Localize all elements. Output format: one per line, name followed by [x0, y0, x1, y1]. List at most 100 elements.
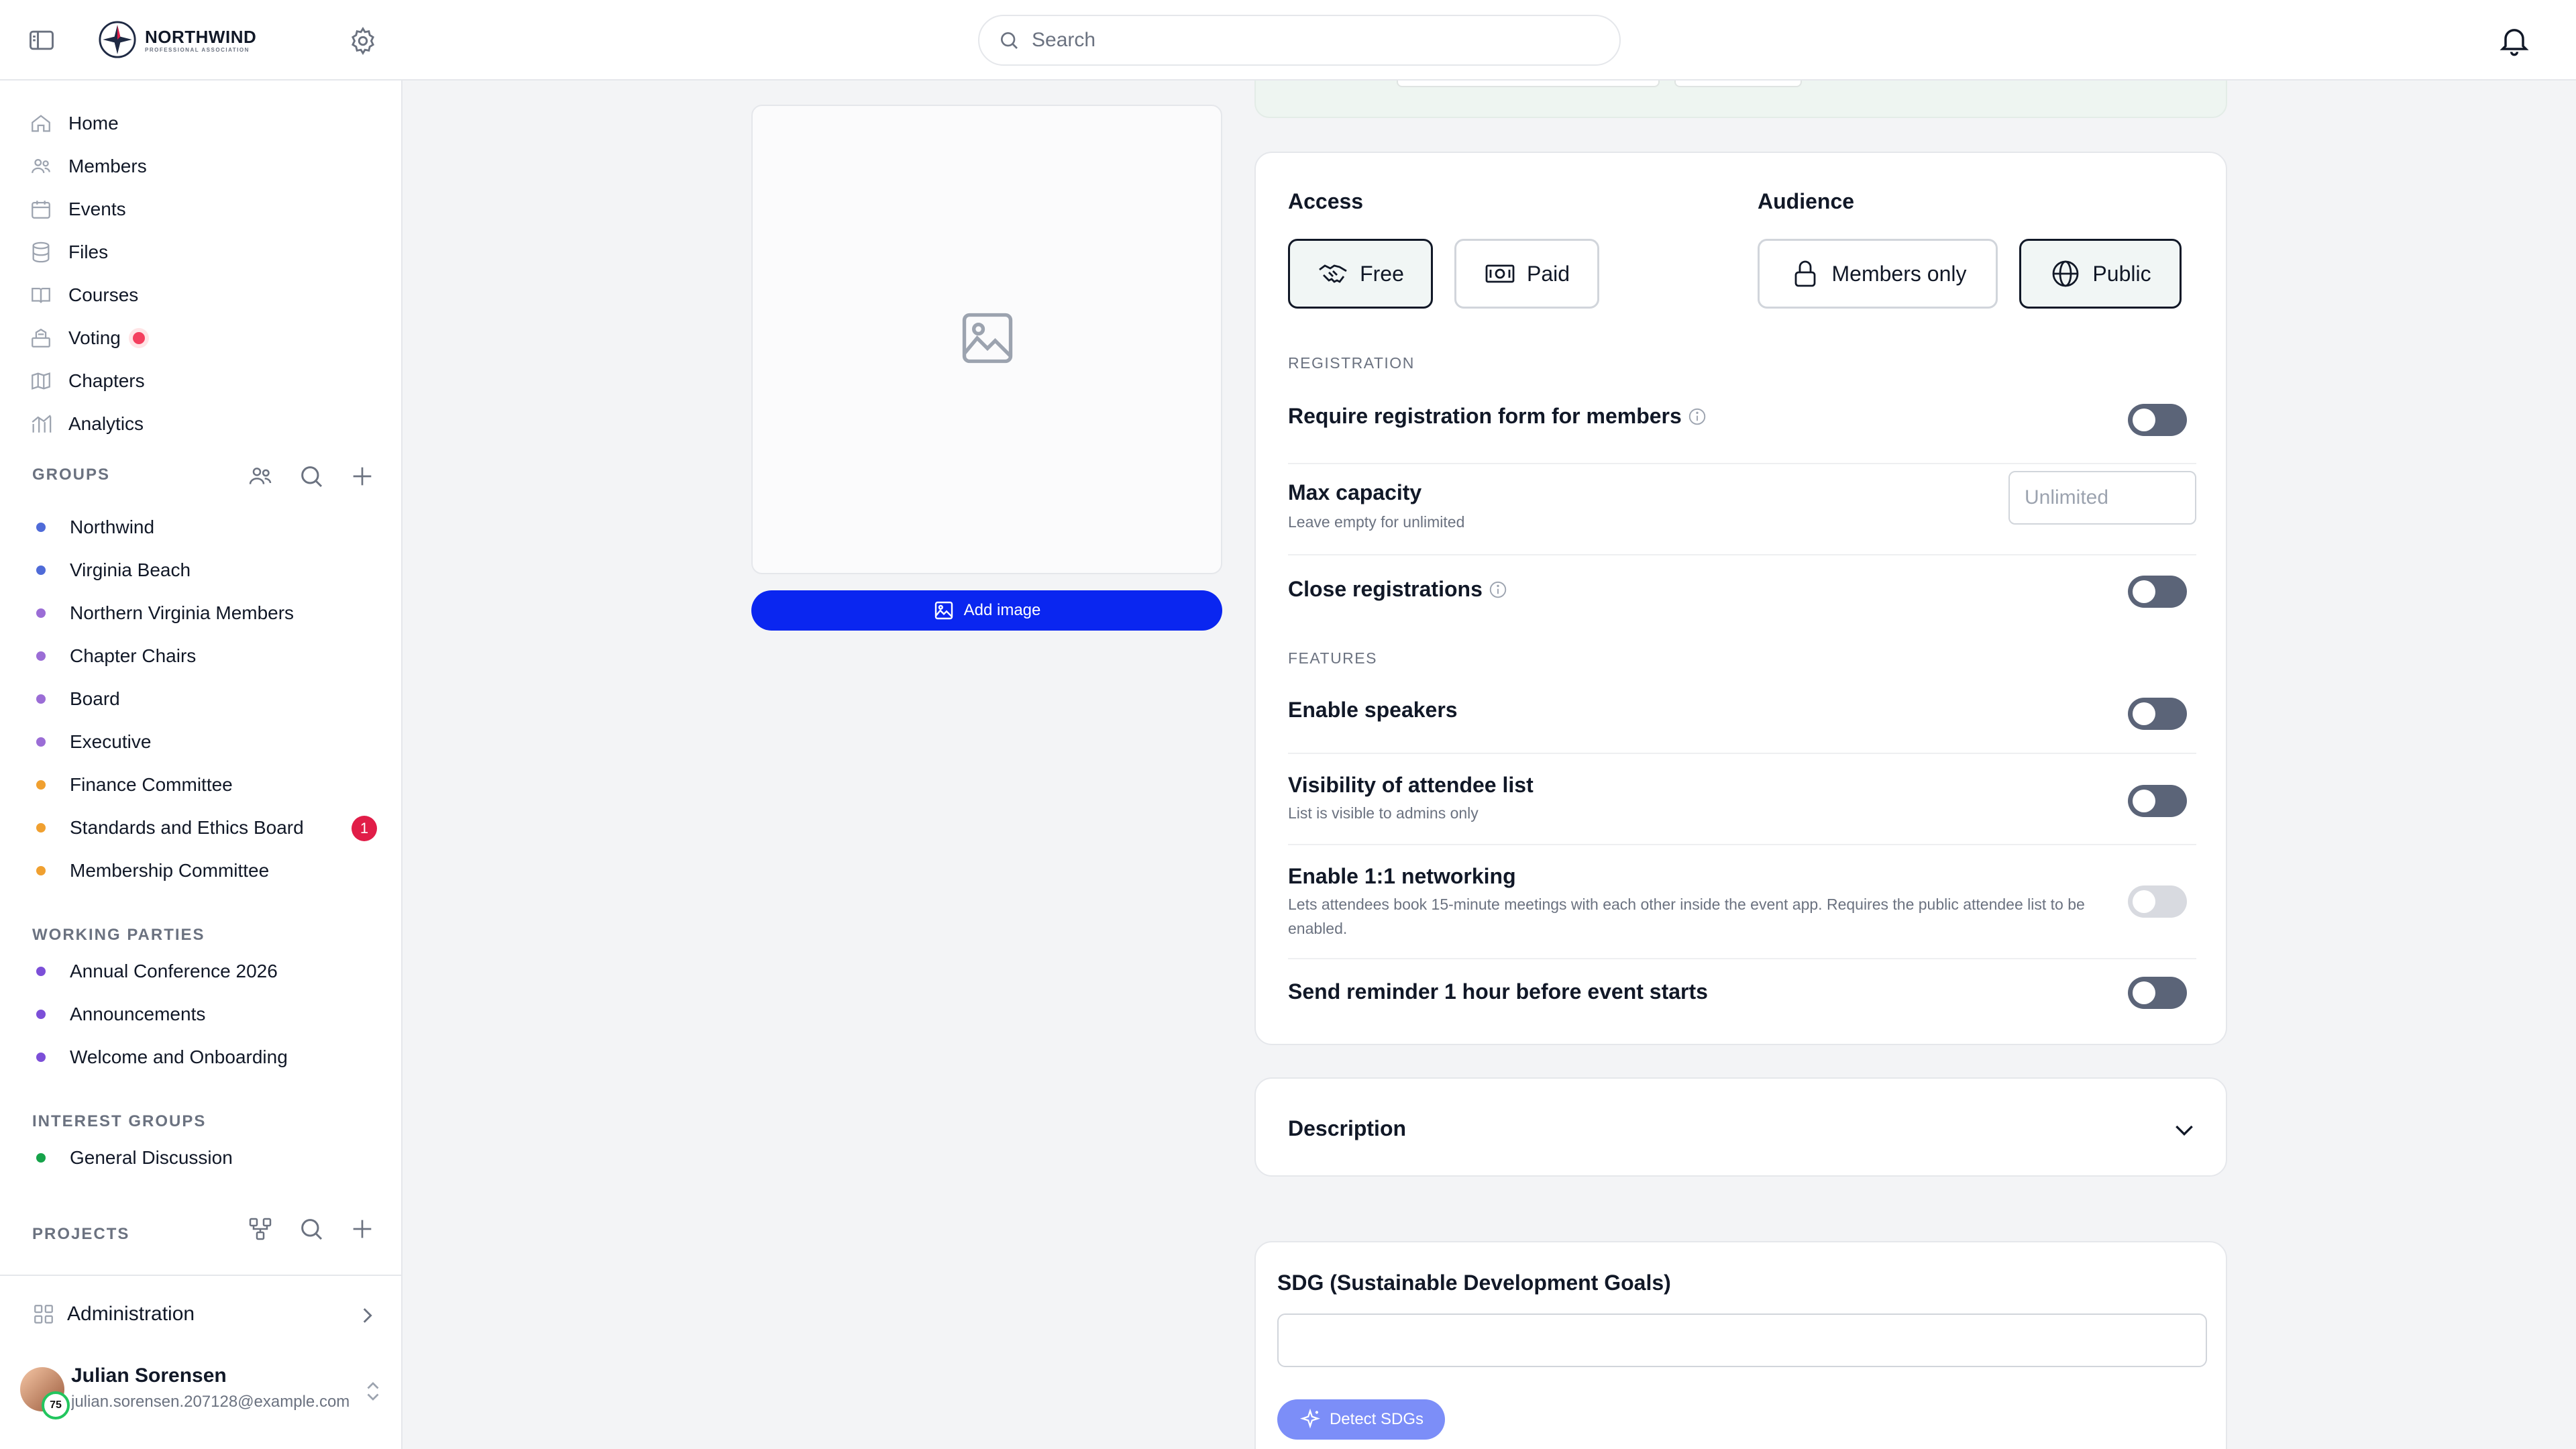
- sidebar-item-files[interactable]: Files: [30, 233, 108, 271]
- logo-name: NORTHWIND: [145, 26, 257, 47]
- description-heading: Description: [1288, 1116, 1407, 1140]
- reminder-toggle[interactable]: [2128, 977, 2187, 1009]
- detect-sdgs-label: Detect SDGs: [1329, 1410, 1424, 1428]
- bell-icon[interactable]: [2497, 21, 2532, 59]
- add-image-button[interactable]: Add image: [751, 590, 1222, 631]
- sidebar-item-members[interactable]: Members: [30, 148, 147, 185]
- sidebar-toggle-icon[interactable]: [27, 25, 56, 55]
- user-level-badge: 75: [42, 1391, 70, 1419]
- audience-public-button[interactable]: Public: [2019, 239, 2182, 309]
- grid-icon: [34, 1305, 53, 1324]
- logo[interactable]: NORTHWIND PROFESSIONAL ASSOCIATION: [98, 20, 256, 59]
- group-label: Board: [70, 688, 120, 709]
- info-icon[interactable]: [1687, 407, 1707, 427]
- user-email: julian.sorensen.207128@example.com: [71, 1393, 350, 1411]
- plus-icon[interactable]: [349, 1216, 376, 1242]
- search-bar[interactable]: [978, 15, 1621, 66]
- group-item[interactable]: Northern Virginia Members: [36, 596, 294, 631]
- max-capacity-input[interactable]: [2008, 471, 2196, 525]
- group-item[interactable]: General Discussion: [36, 1140, 233, 1175]
- search-icon[interactable]: [298, 1216, 325, 1242]
- group-label: Chapter Chairs: [70, 645, 197, 666]
- close-registrations-toggle[interactable]: [2128, 576, 2187, 608]
- sidebar-item-label: Analytics: [68, 413, 144, 434]
- group-item[interactable]: Virginia Beach: [36, 553, 191, 588]
- image-icon: [962, 313, 1013, 364]
- group-item[interactable]: Executive: [36, 724, 151, 759]
- sidebar-item-label: Events: [68, 199, 126, 219]
- sidebar-item-label: Courses: [68, 284, 139, 305]
- attendee-visibility-row: Visibility of attendee list List is visi…: [1288, 754, 2196, 845]
- sidebar-item-events[interactable]: Events: [30, 191, 126, 228]
- networking-toggle[interactable]: [2128, 885, 2187, 918]
- image-placeholder[interactable]: [751, 105, 1222, 574]
- main-content: Add image Access Audience Free Paid Memb…: [402, 80, 2576, 1449]
- registration-heading: REGISTRATION: [1288, 354, 1415, 372]
- members-icon[interactable]: [247, 463, 274, 490]
- audience-public-label: Public: [2092, 261, 2151, 286]
- require-form-row: Require registration form for members: [1288, 384, 2196, 464]
- plus-icon[interactable]: [349, 463, 376, 490]
- chevron-up-down-icon[interactable]: [361, 1377, 385, 1406]
- enable-speakers-title: Enable speakers: [1288, 698, 1458, 722]
- chevron-right-icon[interactable]: [356, 1304, 378, 1327]
- attendee-visibility-title: Visibility of attendee list: [1288, 773, 1534, 797]
- sidebar-item-voting[interactable]: Voting: [30, 319, 145, 357]
- access-paid-label: Paid: [1526, 261, 1570, 286]
- group-label: Virginia Beach: [70, 559, 191, 580]
- description-section[interactable]: Description: [1254, 1077, 2227, 1177]
- sidebar-item-courses[interactable]: Courses: [30, 276, 138, 314]
- group-item[interactable]: Board: [36, 682, 120, 716]
- sidebar-item-chapters[interactable]: Chapters: [30, 362, 145, 400]
- group-item[interactable]: Welcome and Onboarding: [36, 1040, 288, 1075]
- search-icon: [1001, 32, 1018, 49]
- attendee-visibility-toggle[interactable]: [2128, 785, 2187, 817]
- group-label: Annual Conference 2026: [70, 961, 278, 981]
- gear-icon[interactable]: [347, 25, 378, 56]
- audience-members-only-label: Members only: [1831, 261, 1967, 286]
- chevron-down-icon[interactable]: [2171, 1116, 2198, 1143]
- group-label: Standards and Ethics Board: [70, 817, 304, 838]
- group-item[interactable]: Chapter Chairs: [36, 639, 196, 674]
- administration-link[interactable]: Administration: [32, 1303, 195, 1326]
- access-free-button[interactable]: Free: [1288, 239, 1433, 309]
- chart-icon: [32, 415, 52, 433]
- max-capacity-row: Max capacity Leave empty for unlimited: [1288, 464, 2196, 555]
- user-menu[interactable]: 75 Julian Sorensen julian.sorensen.20712…: [20, 1364, 396, 1425]
- sidebar-item-home[interactable]: Home: [30, 105, 119, 142]
- image-icon: [934, 601, 953, 620]
- search-icon[interactable]: [298, 463, 325, 490]
- networking-description: Lets attendees book 15-minute meetings w…: [1288, 896, 2085, 937]
- info-icon[interactable]: [1488, 580, 1508, 600]
- group-item[interactable]: Northwind: [36, 510, 154, 545]
- detect-sdgs-button[interactable]: Detect SDGs: [1277, 1399, 1445, 1440]
- group-label: Welcome and Onboarding: [70, 1046, 288, 1067]
- access-paid-button[interactable]: Paid: [1454, 239, 1599, 309]
- group-color-dot: [36, 694, 46, 704]
- group-item[interactable]: Membership Committee: [36, 853, 269, 888]
- sidebar-item-label: Files: [68, 241, 109, 262]
- group-color-dot: [36, 608, 46, 618]
- sdg-heading: SDG (Sustainable Development Goals): [1277, 1271, 1671, 1295]
- group-item[interactable]: Finance Committee: [36, 767, 233, 802]
- group-item[interactable]: Announcements: [36, 997, 205, 1032]
- networking-title: Enable 1:1 networking: [1288, 864, 1516, 888]
- group-color-dot: [36, 866, 46, 875]
- enable-speakers-toggle[interactable]: [2128, 698, 2187, 730]
- compass-logo-icon: [99, 21, 136, 58]
- group-label: Finance Committee: [70, 774, 233, 795]
- group-item[interactable]: Standards and Ethics Board: [36, 810, 304, 845]
- audience-members-only-button[interactable]: Members only: [1758, 239, 1998, 309]
- close-registrations-row: Close registrations: [1288, 555, 2196, 629]
- require-form-toggle[interactable]: [2128, 404, 2187, 436]
- notification-dot: [132, 332, 145, 344]
- group-color-dot: [36, 1153, 46, 1163]
- group-item[interactable]: Annual Conference 2026: [36, 954, 278, 989]
- globe-icon: [2053, 260, 2079, 287]
- search-input[interactable]: [1032, 29, 1568, 52]
- sdg-section: SDG (Sustainable Development Goals) Dete…: [1254, 1241, 2227, 1449]
- home-icon: [32, 115, 50, 132]
- sidebar-item-analytics[interactable]: Analytics: [30, 405, 144, 443]
- sdg-input[interactable]: [1277, 1313, 2207, 1367]
- hierarchy-icon[interactable]: [247, 1216, 274, 1242]
